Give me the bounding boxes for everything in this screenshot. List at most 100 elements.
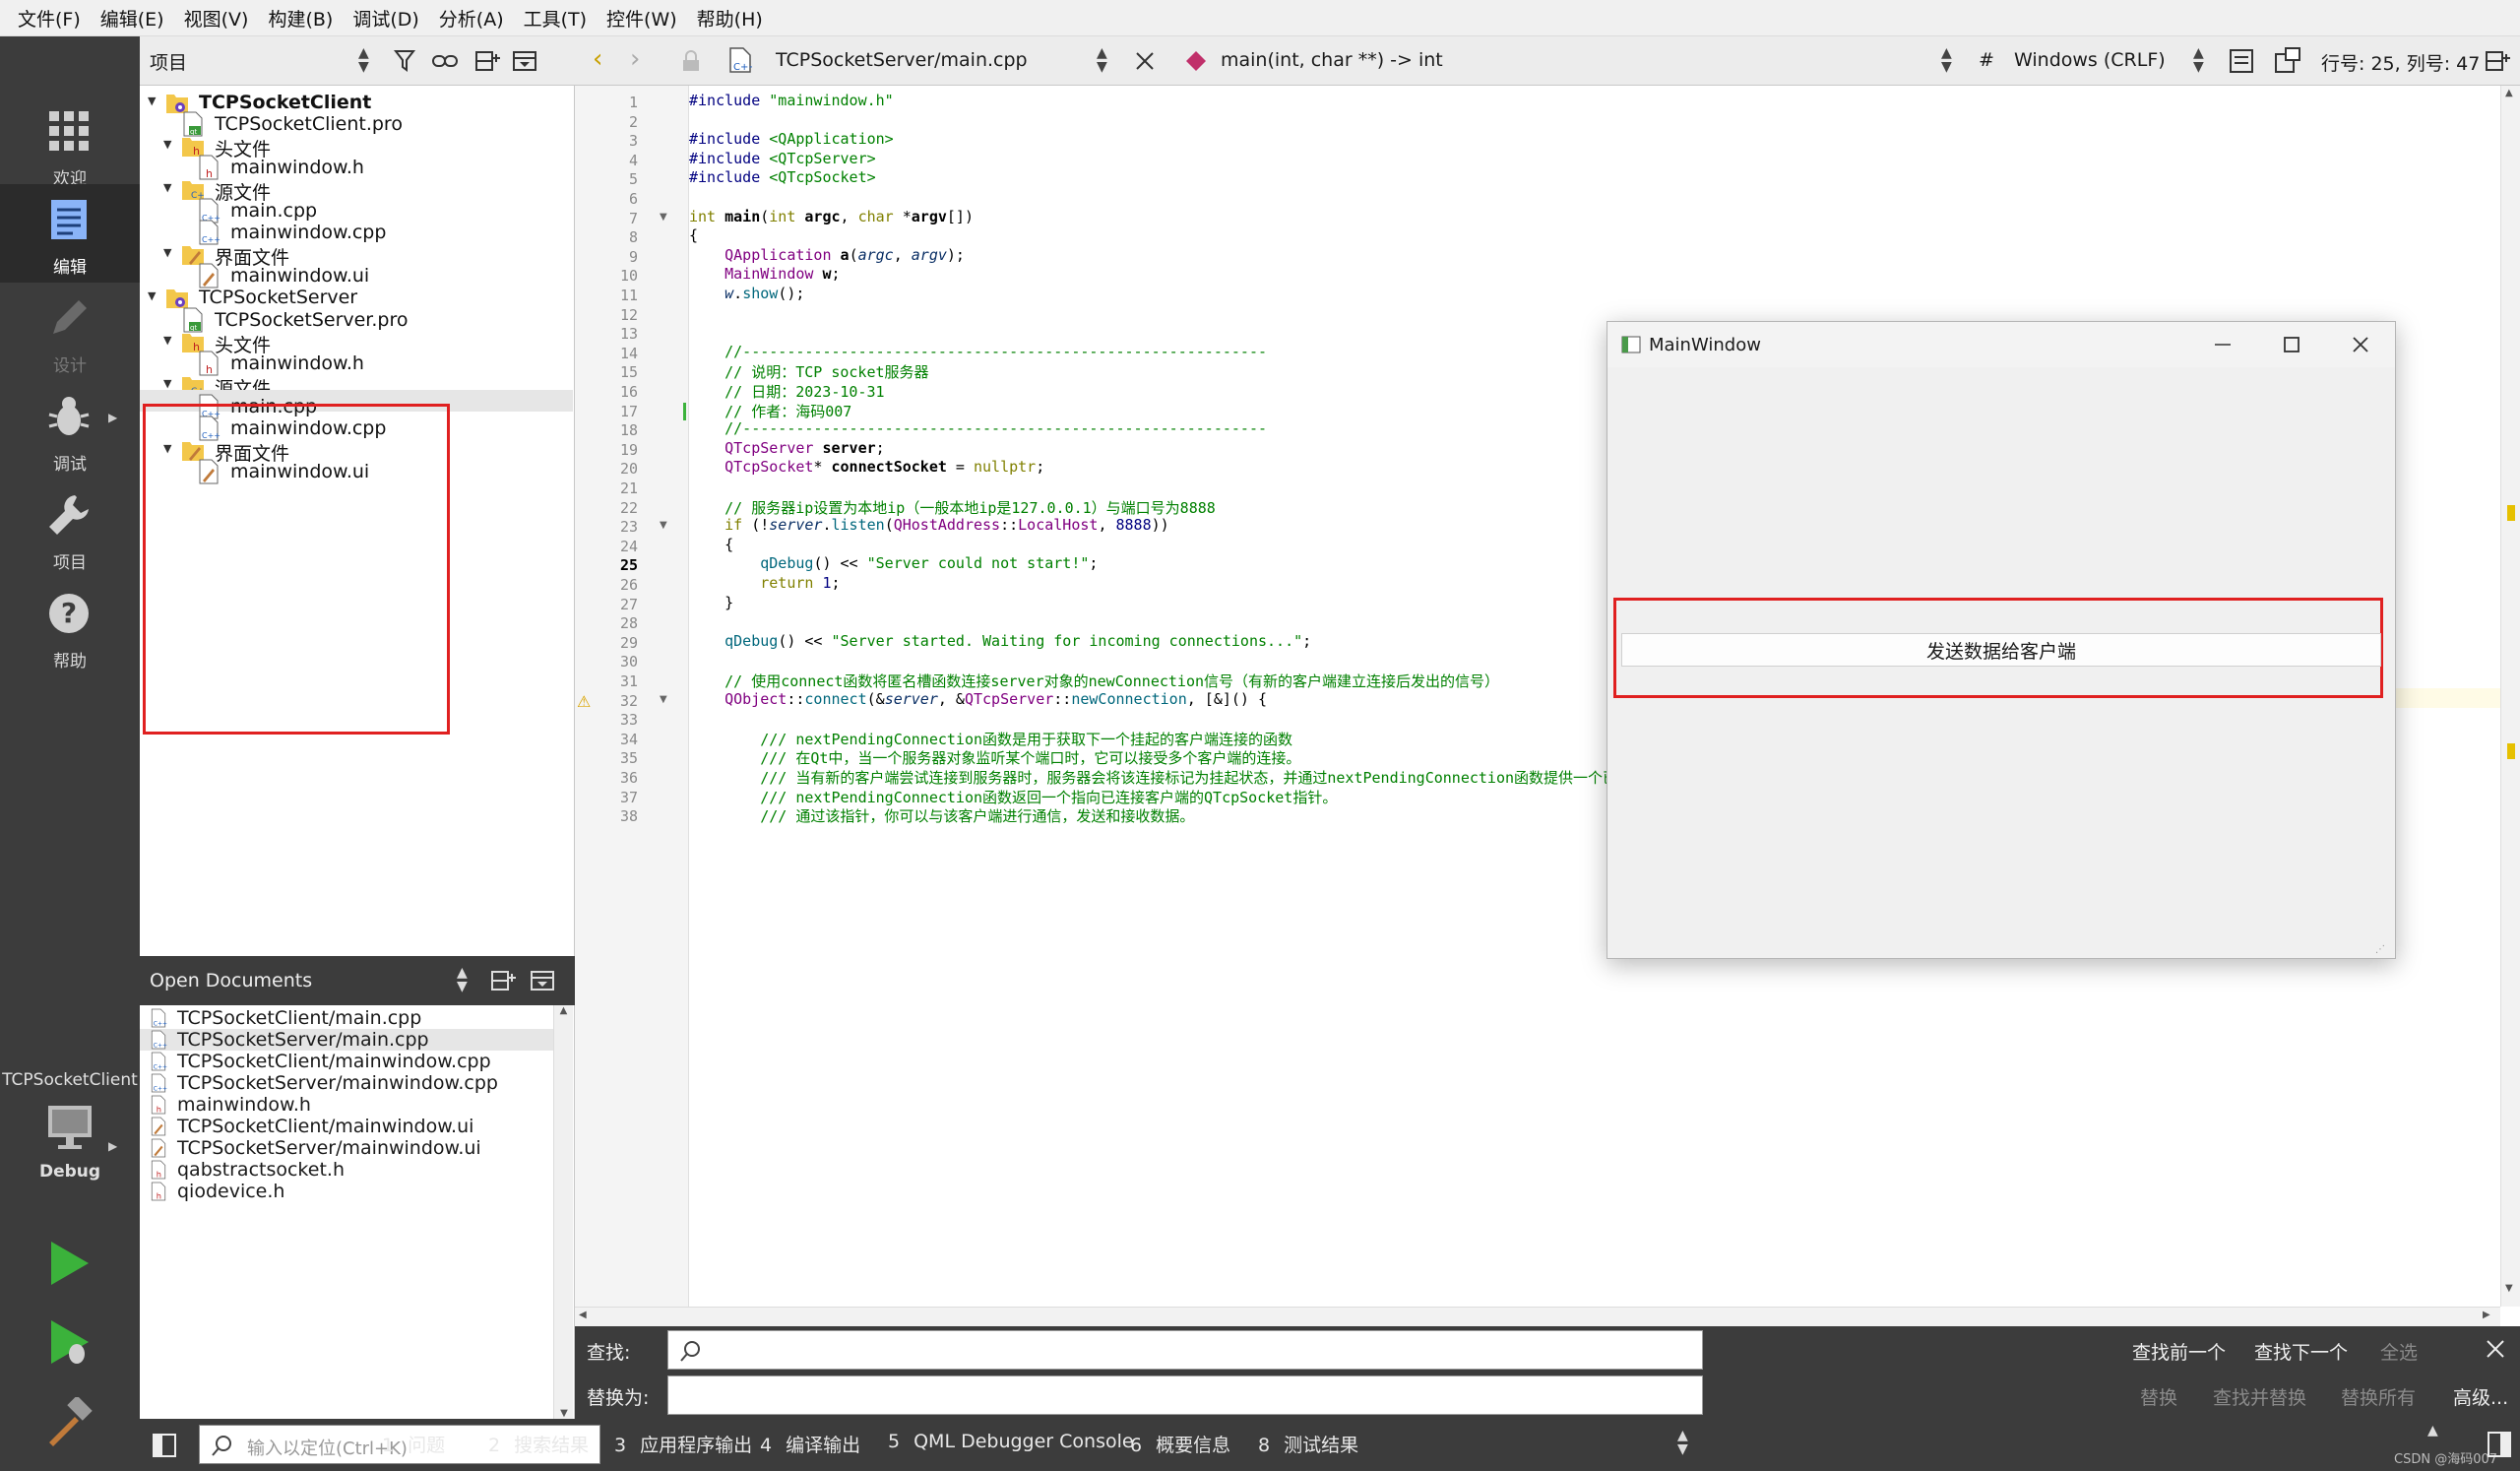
output-tab[interactable]: 4 编译输出 [760, 1431, 860, 1457]
fold-arrow-icon[interactable]: ▼ [660, 212, 667, 223]
menu-build[interactable]: 构建(B) [258, 5, 343, 32]
symbol-selector[interactable]: main(int, char **) -> int [1221, 49, 1443, 71]
tree-file-node[interactable]: h mainwindow.h [140, 347, 573, 376]
toggle-sidebar-icon[interactable] [152, 1433, 177, 1458]
expand-arrow-icon[interactable]: ▼ [148, 95, 161, 108]
tree-folder-node[interactable]: ▼ 界面文件 [140, 237, 573, 269]
open-document-item[interactable]: TCPSocketServer/mainwindow.ui [140, 1137, 553, 1159]
open-document-item[interactable]: C++ TCPSocketClient/mainwindow.cpp [140, 1051, 553, 1072]
expand-arrow-icon[interactable]: ▼ [163, 334, 177, 348]
scroll-up-icon[interactable]: ▲ [2505, 88, 2513, 98]
menu-tools[interactable]: 工具(T) [514, 5, 597, 32]
split-add-icon[interactable] [490, 968, 516, 993]
open-document-item[interactable]: h mainwindow.h [140, 1094, 553, 1116]
run-icon[interactable] [45, 1238, 93, 1289]
current-file-selector[interactable]: TCPSocketServer/main.cpp [776, 49, 1028, 71]
back-arrow-icon[interactable]: ‹ [593, 46, 602, 72]
tree-project-node[interactable]: ▼ TCPSocketServer [140, 281, 573, 309]
editor-scrollbar[interactable]: ▲ ▼ [2500, 86, 2520, 1307]
close-icon[interactable] [1134, 50, 1156, 72]
replace-input[interactable] [667, 1375, 1703, 1415]
open-document-item[interactable]: h qiodevice.h [140, 1181, 553, 1202]
project-view-selector[interactable]: 项目 [150, 48, 187, 75]
mode-projects[interactable]: 项目 [0, 480, 140, 578]
mode-debug[interactable]: 调试 ▶ [0, 381, 140, 480]
close-icon[interactable] [2352, 336, 2369, 353]
expand-arrow-icon[interactable]: ▼ [148, 289, 161, 303]
mode-welcome[interactable]: 欢迎 [0, 96, 140, 194]
scrollbar[interactable]: ▲ ▼ [553, 1005, 573, 1419]
updown-icon[interactable]: ▲ ▼ [1677, 1429, 1688, 1456]
expand-arrow-icon[interactable]: ▼ [163, 181, 177, 195]
debug-run-icon[interactable] [45, 1316, 93, 1368]
tree-folder-node[interactable]: ▼C+源文件 [140, 172, 573, 204]
open-document-item[interactable]: C++ TCPSocketClient/main.cpp [140, 1007, 553, 1029]
output-tab[interactable]: 3 应用程序输出 [614, 1431, 752, 1457]
open-document-item[interactable]: h qabstractsocket.h [140, 1159, 553, 1181]
open-document-item[interactable]: TCPSocketClient/mainwindow.ui [140, 1116, 553, 1137]
expand-arrow-icon[interactable]: ▼ [163, 246, 177, 260]
replace-button[interactable]: 替换 [2140, 1383, 2177, 1410]
menu-view[interactable]: 视图(V) [174, 5, 259, 32]
output-tab[interactable]: 1 问题 [382, 1431, 445, 1457]
line-ending-selector[interactable]: Windows (CRLF) [2014, 49, 2166, 71]
tree-file-node[interactable]: mainwindow.ui [140, 259, 573, 288]
close-pane-icon[interactable] [530, 968, 555, 993]
scroll-up-icon[interactable]: ▲ [2427, 1423, 2438, 1439]
updown-icon[interactable]: ▲ ▼ [457, 966, 468, 993]
updown-icon[interactable]: ▲ ▼ [358, 46, 369, 74]
tree-file-node[interactable]: h mainwindow.h [140, 151, 573, 180]
horizontal-scrollbar[interactable]: ◀ ▶ [575, 1307, 2500, 1326]
app-window-titlebar[interactable]: MainWindow [1607, 322, 2395, 367]
close-pane-icon[interactable] [512, 48, 537, 74]
lock-icon[interactable] [681, 50, 701, 72]
replace-all-button[interactable]: 替换所有 [2341, 1383, 2416, 1410]
tree-file-node[interactable]: qt TCPSocketClient.pro [140, 107, 573, 137]
open-document-item[interactable]: C++ TCPSocketServer/main.cpp [140, 1029, 553, 1051]
fold-arrow-icon[interactable]: ▼ [660, 520, 667, 531]
build-hammer-icon[interactable] [45, 1397, 93, 1448]
menu-debug[interactable]: 调试(D) [343, 5, 428, 32]
menu-edit[interactable]: 编辑(E) [91, 5, 174, 32]
maximize-icon[interactable] [2283, 336, 2300, 353]
menu-controls[interactable]: 控件(W) [597, 5, 687, 32]
split-view-icon[interactable] [2274, 46, 2303, 74]
find-previous-button[interactable]: 查找前一个 [2132, 1338, 2226, 1365]
scroll-left-icon[interactable]: ◀ [579, 1310, 587, 1320]
output-tab[interactable]: 6 概要信息 [1130, 1431, 1230, 1457]
tree-file-node[interactable]: C++ main.cpp [140, 194, 573, 224]
mode-help[interactable]: ? 帮助 [0, 578, 140, 676]
send-to-client-button[interactable]: 发送数据给客户端 [1621, 633, 2381, 667]
fold-arrow-icon[interactable]: ▼ [660, 694, 667, 705]
tree-folder-node[interactable]: ▼C+源文件 [140, 368, 573, 400]
expand-arrow-icon[interactable]: ▼ [163, 377, 177, 391]
replace-find-button[interactable]: 查找并替换 [2213, 1383, 2306, 1410]
tree-file-node[interactable]: qt TCPSocketServer.pro [140, 303, 573, 332]
split-add-icon[interactable] [2485, 48, 2510, 74]
cursor-position[interactable]: 行号: 25, 列号: 47 [2321, 49, 2480, 76]
tree-project-node[interactable]: ▼ TCPSocketClient [140, 86, 573, 113]
output-pane-icon[interactable] [2487, 1431, 2512, 1458]
tree-file-node[interactable]: C++ mainwindow.cpp [140, 216, 573, 245]
document-outline-icon[interactable] [2229, 48, 2254, 74]
output-tab[interactable]: 5 QML Debugger Console [888, 1431, 1134, 1452]
find-next-button[interactable]: 查找下一个 [2254, 1338, 2348, 1365]
resize-grip-icon[interactable]: ⋰ [2375, 944, 2385, 955]
output-tab[interactable]: 2 搜索结果 [488, 1431, 589, 1457]
filter-icon[interactable] [394, 48, 419, 74]
tree-folder-node[interactable]: ▼ h 头文件 [140, 325, 573, 356]
select-all-button[interactable]: 全选 [2380, 1338, 2418, 1365]
tree-folder-node[interactable]: ▼ h 头文件 [140, 129, 573, 160]
mode-edit[interactable]: 编辑 [0, 184, 140, 283]
updown-icon[interactable]: ▲ ▼ [2193, 46, 2204, 74]
updown-icon[interactable]: ▲ ▼ [1941, 46, 1952, 74]
kit-selector[interactable]: TCPSocketClient Debug ▶ [0, 1070, 140, 1208]
split-add-icon[interactable] [474, 48, 500, 74]
forward-arrow-icon[interactable]: › [630, 46, 640, 72]
close-icon[interactable] [2485, 1338, 2506, 1360]
open-document-item[interactable]: C++ TCPSocketServer/mainwindow.cpp [140, 1072, 553, 1094]
mode-design[interactable]: 设计 [0, 283, 140, 381]
menu-analyze[interactable]: 分析(A) [429, 5, 514, 32]
advanced-button[interactable]: 高级... [2453, 1383, 2508, 1410]
minimize-icon[interactable] [2214, 338, 2232, 352]
